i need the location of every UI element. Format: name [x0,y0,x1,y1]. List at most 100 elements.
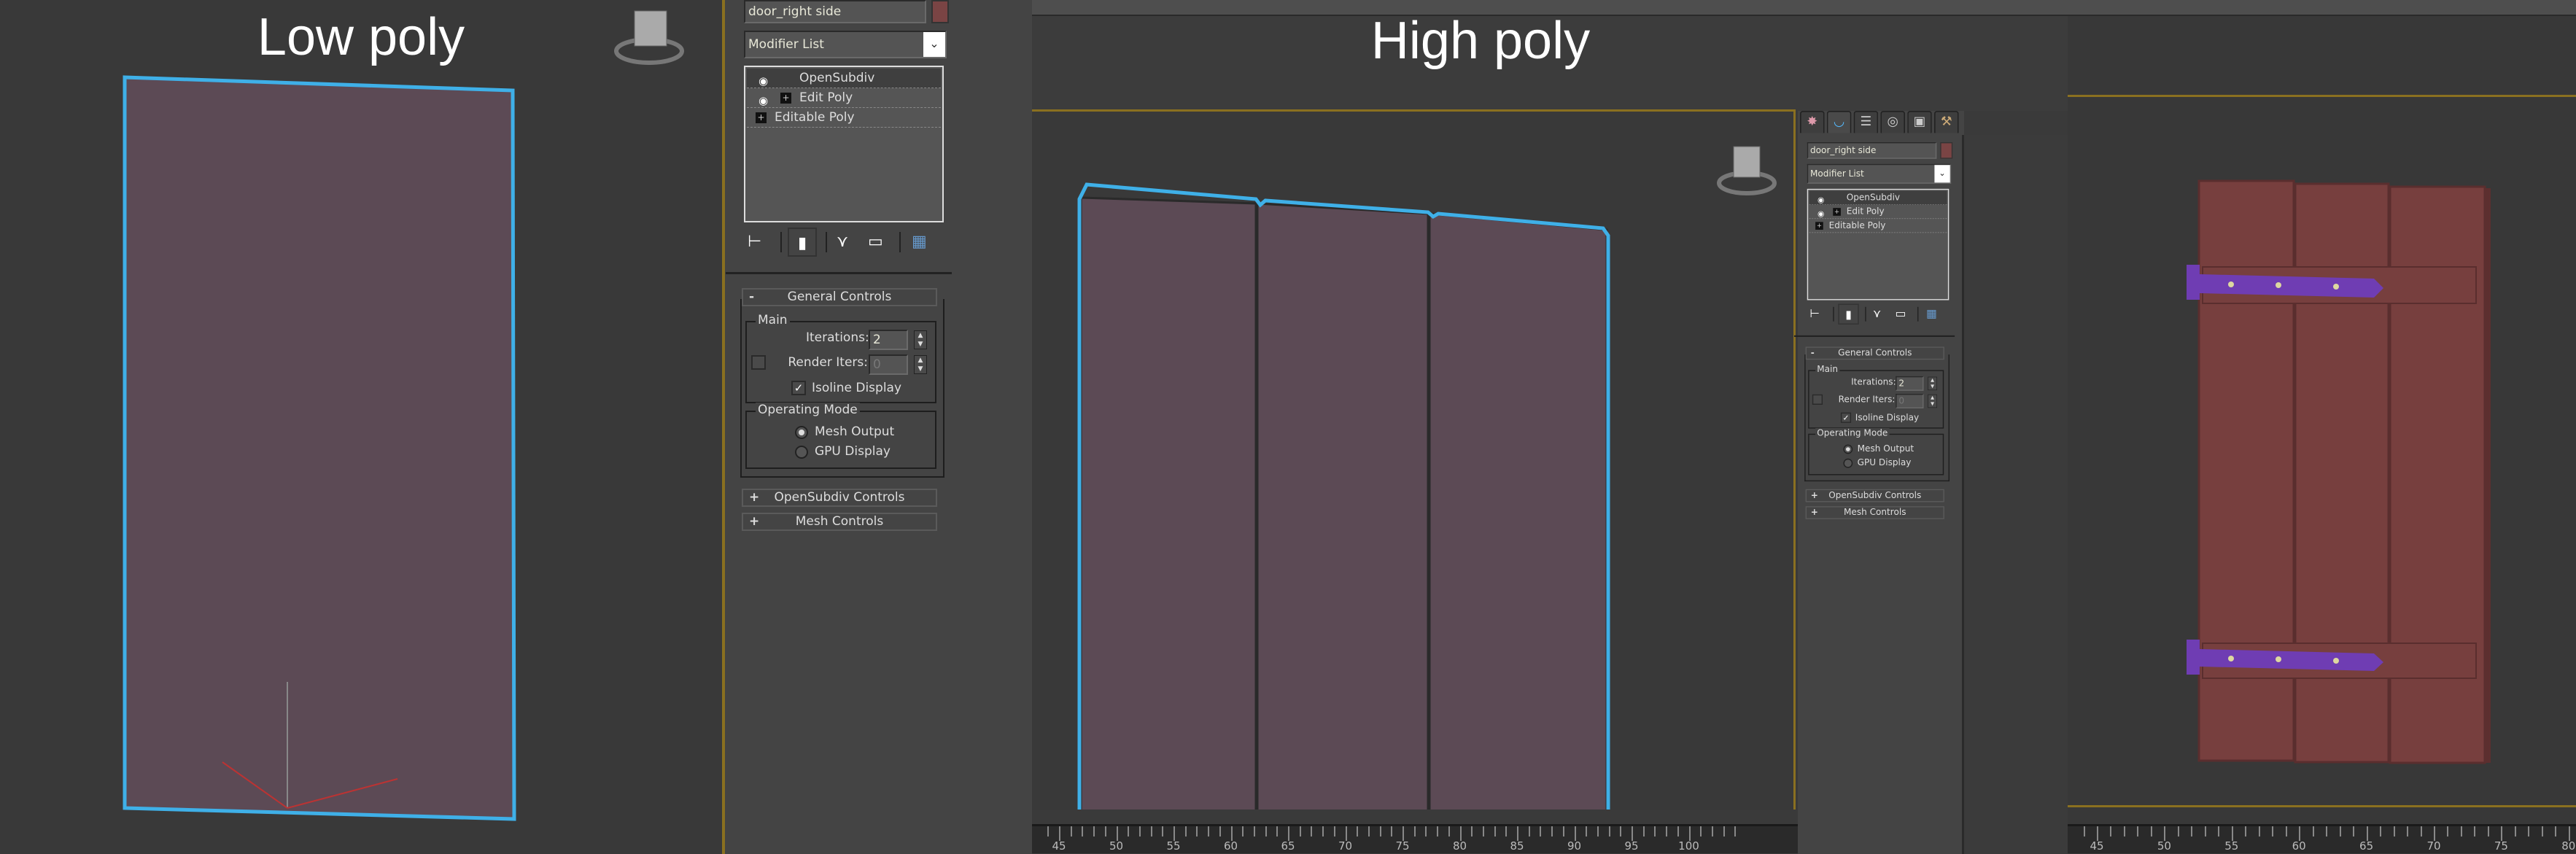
ruler-tick [1208,826,1210,836]
door-board [1256,202,1429,810]
show-end-result-icon[interactable]: ▮ [1838,303,1859,325]
ruler-tick [1230,826,1233,841]
door-edge [2485,188,2491,763]
viewport-low-poly[interactable]: Low poly [0,0,722,854]
ruler-label: 65 [2359,839,2374,853]
empty-area [1964,135,2068,854]
ruler-label: 70 [2426,839,2441,853]
stack-item-opensubdiv[interactable]: ◉ OpenSubdiv [747,69,941,88]
create-icon[interactable]: ✸ [1800,111,1825,133]
ruler-tick [1311,826,1313,836]
ruler-tick [1116,826,1118,841]
ruler-tick [1093,826,1095,836]
rollout-opensubdiv-controls[interactable]: + OpenSubdiv Controls [1805,489,1944,502]
object-name-field[interactable]: door_right side [744,0,926,23]
rollout-title: OpenSubdiv Controls [1828,490,1922,501]
make-unique-icon[interactable]: ⋎ [837,228,848,257]
ruler-tick [1128,826,1130,836]
object-name-field[interactable]: door_right side [1807,142,1937,159]
ruler-tick [1425,826,1427,836]
object-color-swatch[interactable] [1940,142,1953,159]
toolbar-divider [780,232,782,252]
utilities-icon[interactable]: ⚒ [1934,111,1959,133]
viewcube-icon[interactable] [1710,141,1783,199]
ruler-tick [1322,826,1324,836]
expand-icon[interactable]: + [1811,508,1818,519]
ruler-tick [1379,826,1381,836]
stack-item-editable-poly[interactable]: + Editable Poly [1809,219,1947,233]
ruler-tick [1047,826,1050,836]
stack-item-edit-poly[interactable]: ◉ + Edit Poly [1809,205,1947,220]
ruler-label: 60 [1223,839,1238,853]
ruler-tick [2150,826,2152,836]
modifier-stack[interactable]: ◉ OpenSubdiv ◉ + Edit Poly + Editable Po… [744,66,944,222]
display-icon[interactable]: ▣ [1907,111,1932,133]
ruler-tick [1345,826,1347,841]
ruler-tick [1162,826,1164,836]
ruler-tick [1459,826,1462,841]
configure-modifier-sets-icon[interactable]: ▦ [912,228,927,257]
command-panel-modify: door_right side Modifier List ⌄ ◉ OpenSu… [1794,142,1963,525]
ruler-label: 100 [1678,839,1699,853]
remove-modifier-icon[interactable]: ▭ [1895,304,1906,325]
ruler-tick [1471,826,1473,836]
stack-item-label: Editable Poly [775,110,855,125]
remove-modifier-icon[interactable]: ▭ [868,228,883,257]
pin-stack-icon[interactable]: ⊢ [748,228,761,257]
expand-icon[interactable]: + [749,490,759,505]
hierarchy-icon[interactable]: ☰ [1853,111,1879,133]
configure-modifier-sets-icon[interactable]: ▦ [1926,304,1937,325]
low-poly-door-mesh[interactable] [0,0,722,854]
chevron-down-icon[interactable]: ⌄ [923,32,945,57]
ruler-tick [1265,826,1267,836]
stack-item-opensubdiv[interactable]: ◉ OpenSubdiv [1809,190,1947,205]
modify-icon[interactable]: ◡ [1826,111,1852,133]
stack-item-label: Edit Poly [799,90,853,105]
stack-item-editable-poly[interactable]: + Editable Poly [747,108,941,128]
chevron-down-icon[interactable]: ⌄ [1934,165,1950,183]
ruler-tick [1528,826,1530,836]
rollout-mesh-controls[interactable]: + Mesh Controls [742,513,937,531]
ruler-tick [2460,826,2462,836]
rollout-opensubdiv-controls[interactable]: + OpenSubdiv Controls [742,489,937,507]
door-board [1079,196,1257,810]
viewport-high-poly[interactable] [1032,109,1796,810]
rollout-mesh-controls[interactable]: + Mesh Controls [1805,506,1944,519]
ruler-tick [2083,826,2085,836]
show-end-result-icon[interactable]: ▮ [788,228,817,257]
panel-divider [1794,335,1955,337]
ruler-tick [2285,826,2287,836]
make-unique-icon[interactable]: ⋎ [1873,304,1881,325]
toolbar-divider [1865,306,1866,322]
expand-icon[interactable]: + [780,93,791,104]
expand-icon[interactable]: + [1811,490,1818,501]
door-board [1428,212,1608,810]
viewcube-icon[interactable] [605,4,693,69]
timeline-ruler-right[interactable]: 45 50 55 60 65 70 75 80 [2068,824,2576,853]
ruler-tick [1517,826,1518,841]
pin-stack-icon[interactable]: ⊢ [1809,304,1820,325]
stack-item-edit-poly[interactable]: ◉ + Edit Poly [747,88,941,108]
ruler-label: 55 [1166,839,1181,853]
object-color-swatch[interactable] [931,0,949,23]
modifier-list-dropdown[interactable]: Modifier List ⌄ [744,31,947,58]
viewport-textured[interactable] [2068,16,2576,854]
ruler-tick [1196,826,1198,836]
ruler-tick [1540,826,1542,836]
ruler-tick [2474,826,2476,836]
high-poly-header [1032,0,2576,16]
modifier-stack[interactable]: ◉ OpenSubdiv ◉ + Edit Poly + Editable Po… [1807,188,1950,300]
ruler-tick [2245,826,2247,836]
expand-icon[interactable]: + [749,514,759,529]
modifier-list-dropdown[interactable]: Modifier List ⌄ [1807,163,1952,184]
high-poly-door-mesh[interactable] [1032,112,1796,810]
timeline-ruler-high[interactable]: 45 50 55 60 65 70 75 80 85 90 95 100 [1032,824,1801,853]
modifier-list-label: Modifier List [748,37,824,52]
expand-icon[interactable]: + [1833,208,1841,216]
textured-door[interactable] [2068,16,2576,854]
motion-icon[interactable]: ◎ [1880,111,1905,133]
ruler-tick [1299,826,1301,836]
ruler-tick [1551,826,1553,836]
expand-icon[interactable]: + [1815,222,1823,230]
expand-icon[interactable]: + [756,112,767,123]
